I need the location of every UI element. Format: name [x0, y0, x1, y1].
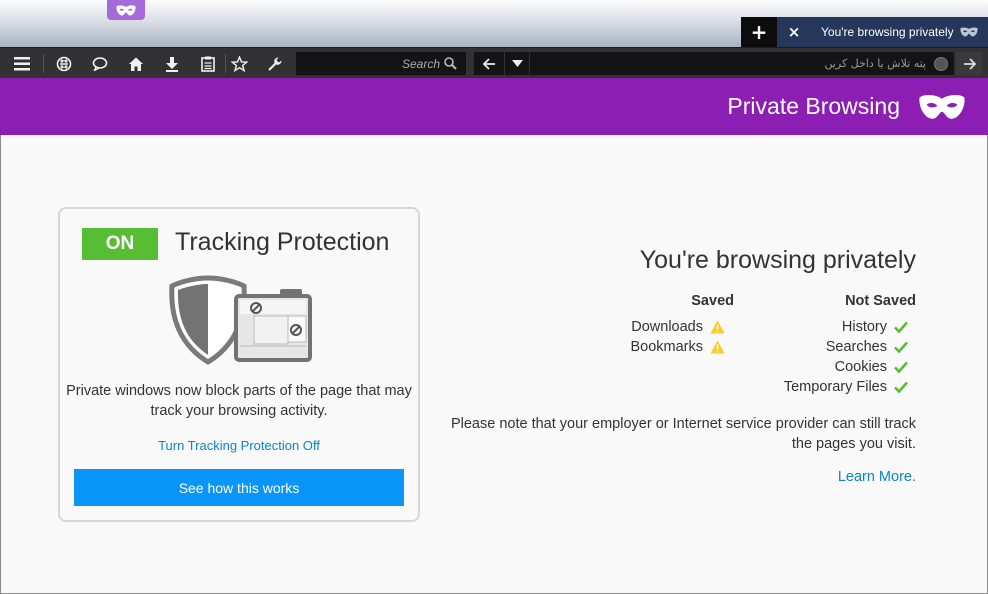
private-browsing-header: Private Browsing	[0, 78, 988, 135]
checkmark-icon	[894, 321, 908, 333]
download-icon[interactable]	[154, 48, 190, 79]
addons-icon[interactable]	[46, 48, 82, 79]
tracking-description: Private windows now block parts of the p…	[66, 383, 412, 419]
home-icon[interactable]	[118, 48, 154, 79]
not-saved-header: Not Saved	[845, 293, 916, 309]
tab-close-button[interactable]: ×	[785, 23, 803, 41]
chevron-down-icon	[511, 60, 523, 67]
page-title: Private Browsing	[727, 93, 900, 119]
tab-title: You're browsing privately	[821, 25, 954, 39]
warning-icon	[710, 340, 725, 354]
not-saved-item-label: Cookies	[834, 359, 887, 375]
not-saved-item-label: Temporary Files	[783, 379, 887, 395]
new-tab-button[interactable]: +	[741, 17, 777, 47]
warning-icon	[710, 320, 725, 334]
browsing-privately-title: You're browsing privately	[639, 246, 916, 274]
site-identity-icon[interactable]	[934, 56, 948, 71]
active-tab[interactable]: × You're browsing privately	[777, 17, 988, 47]
url-placeholder: پته تلاش یا داخل کریں	[824, 57, 926, 70]
back-arrow-icon	[482, 57, 495, 70]
forward-arrow-icon	[963, 57, 976, 70]
go-button[interactable]	[956, 52, 982, 75]
back-button[interactable]	[474, 52, 504, 75]
chat-icon[interactable]	[82, 48, 118, 79]
saved-item: Bookmarks	[630, 339, 726, 355]
tracking-title: Tracking Protection	[175, 228, 390, 256]
not-saved-item: History	[842, 319, 910, 335]
not-saved-item: Searches	[826, 339, 910, 355]
toolbar: Search پته تلاش یا داخل کریں	[0, 47, 988, 78]
saved-item: Downloads	[631, 319, 726, 335]
tracking-status-badge[interactable]: ON	[82, 228, 158, 260]
saved-item-label: Downloads	[631, 319, 703, 335]
search-placeholder: Search	[401, 56, 440, 71]
saved-header: Saved	[691, 293, 734, 309]
not-saved-item: Cookies	[835, 359, 910, 375]
checkmark-icon	[894, 341, 908, 353]
private-mask-icon	[116, 4, 136, 15]
menu-icon[interactable]	[4, 48, 40, 79]
search-icon	[444, 57, 457, 70]
checkmark-icon	[894, 381, 908, 393]
wrench-icon[interactable]	[257, 48, 293, 79]
private-badge	[107, 0, 145, 20]
private-mask-icon	[919, 94, 965, 119]
url-bar[interactable]: پته تلاش یا داخل کریں	[530, 52, 954, 75]
tracking-protection-card: ON Tracking Protection Private windows n…	[58, 207, 420, 522]
tab-private-icon	[959, 27, 978, 37]
turn-tracking-off-link[interactable]: Turn Tracking Protection Off	[66, 438, 412, 453]
not-saved-item: Temporary Files	[784, 379, 910, 395]
bookmark-star-icon[interactable]	[221, 48, 257, 79]
not-saved-item-label: Searches	[825, 339, 887, 355]
search-input[interactable]: Search	[296, 52, 466, 75]
checkmark-icon	[894, 361, 908, 373]
saved-item-label: Bookmarks	[630, 339, 703, 355]
not-saved-item-label: History	[841, 319, 887, 335]
tracking-shield-illustration	[169, 275, 312, 365]
privacy-note: Please note that your employer or Intern…	[450, 416, 916, 452]
see-how-button[interactable]: See how this works	[74, 469, 404, 506]
history-dropdown-button[interactable]	[505, 52, 529, 75]
title-bar: + × You're browsing privately	[0, 0, 988, 47]
learn-more-link[interactable]: Learn More.	[838, 469, 916, 485]
